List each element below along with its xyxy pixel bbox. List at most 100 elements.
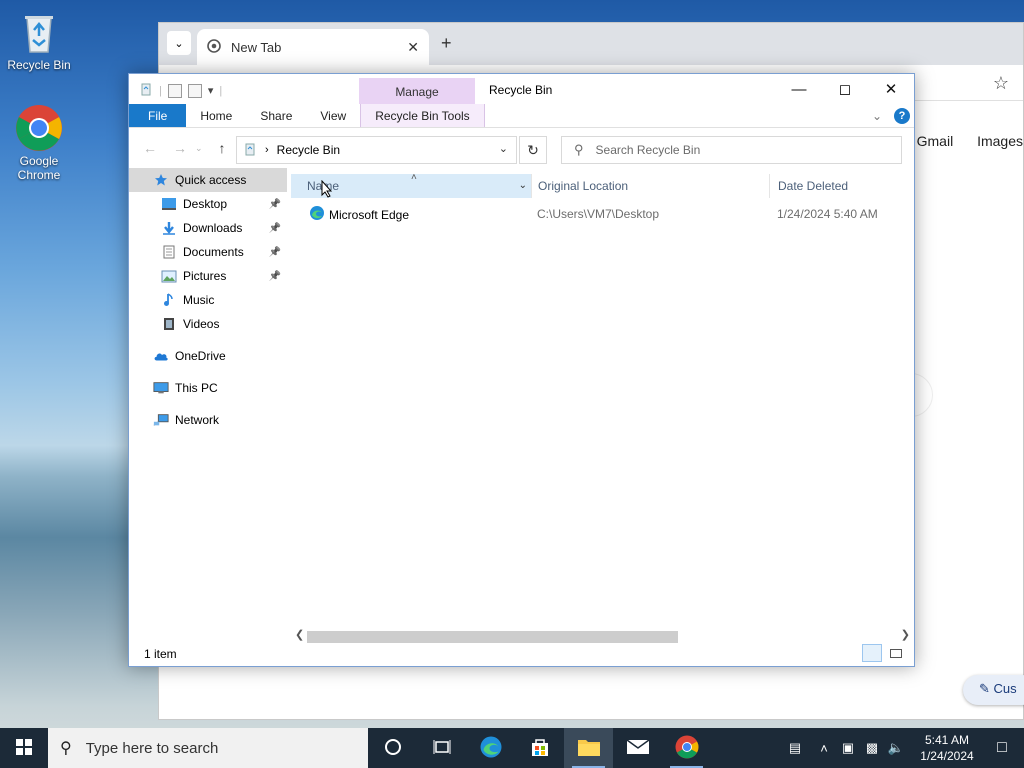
volume-muted-icon[interactable]: 🔈 — [884, 740, 908, 756]
store-icon — [529, 736, 551, 761]
pin-icon: 📌 — [268, 246, 281, 258]
taskbar-file-explorer[interactable] — [564, 728, 613, 768]
news-icon[interactable]: ▤ — [778, 740, 812, 756]
sidebar-item-videos[interactable]: Videos — [129, 312, 287, 336]
pencil-icon: ✎ — [979, 681, 990, 696]
network-icon[interactable]: ▩ — [860, 740, 884, 756]
tab-search-button[interactable]: ⌄ — [167, 31, 191, 55]
scroll-left-icon[interactable]: ❮ — [295, 628, 304, 641]
pin-icon: 📌 — [268, 222, 281, 234]
large-icons-view-icon[interactable] — [886, 644, 906, 662]
window-title: Recycle Bin — [489, 83, 553, 97]
pictures-icon — [161, 269, 177, 283]
taskbar: ⚲ Type here to search ▤ ˄ ▣ ▩ 🔈 5:41 AM … — [0, 728, 1024, 768]
recent-locations-icon[interactable]: ⌄ — [195, 143, 203, 156]
breadcrumb-separator-icon[interactable]: › — [265, 144, 269, 156]
folder-icon — [577, 737, 601, 760]
desktop-icon-label: Google Chrome — [17, 154, 61, 182]
manage-contextual-tab[interactable]: Manage — [359, 78, 475, 104]
column-filter-icon[interactable]: ⌄ — [519, 174, 527, 198]
expand-ribbon-icon[interactable]: ⌄ — [872, 109, 882, 123]
breadcrumb[interactable]: Recycle Bin — [277, 143, 340, 157]
sidebar-item-network[interactable]: Network — [129, 408, 287, 432]
tab-file[interactable]: File — [129, 104, 187, 127]
ribbon-tabs: File Home Share View Recycle Bin Tools ⌄… — [129, 104, 914, 128]
explorer-window: | ▾ | Manage Recycle Bin — ◻ ✕ File Home… — [128, 73, 915, 667]
taskbar-store[interactable] — [515, 728, 564, 768]
bookmark-star-icon[interactable]: ☆ — [993, 73, 1009, 94]
sidebar-item-label: Network — [175, 413, 220, 427]
start-button[interactable] — [0, 728, 48, 768]
task-view-button[interactable] — [417, 728, 466, 768]
images-link[interactable]: Images — [977, 133, 1023, 149]
cortana-button[interactable] — [368, 728, 417, 768]
sidebar-item-label: This PC — [175, 381, 218, 395]
back-arrow-icon[interactable]: ← — [143, 140, 157, 156]
new-folder-icon[interactable] — [187, 83, 202, 98]
desktop-icon-recycle-bin[interactable]: Recycle Bin — [1, 8, 77, 72]
taskbar-mail[interactable] — [613, 728, 662, 768]
system-tray: ▤ ˄ ▣ ▩ 🔈 5:41 AM 1/24/2024 □ — [778, 728, 1024, 768]
taskbar-edge[interactable] — [466, 728, 515, 768]
tab-home[interactable]: Home — [186, 104, 246, 127]
new-tab-button[interactable]: + — [441, 33, 452, 54]
minimize-button[interactable]: — — [776, 74, 822, 104]
column-header-date-deleted[interactable]: Date Deleted — [769, 174, 914, 198]
help-icon[interactable]: ? — [894, 108, 910, 124]
customize-label: Cus — [993, 681, 1017, 696]
this-pc-icon — [153, 381, 169, 395]
details-view-icon[interactable] — [862, 644, 882, 662]
sidebar-item-this-pc[interactable]: This PC — [129, 376, 287, 400]
ntp-links: Gmail Images — [897, 133, 1023, 149]
properties-icon[interactable] — [167, 83, 182, 98]
sidebar-item-onedrive[interactable]: OneDrive — [129, 344, 287, 368]
title-bar: | ▾ | Manage Recycle Bin — ◻ ✕ — [129, 74, 914, 104]
show-hidden-icons-icon[interactable]: ˄ — [812, 741, 836, 756]
chrome-favicon-icon — [207, 38, 221, 56]
address-bar[interactable]: › Recycle Bin ⌄ — [236, 136, 517, 164]
meet-now-icon[interactable]: ▣ — [836, 740, 860, 756]
clock[interactable]: 5:41 AM 1/24/2024 — [914, 732, 980, 764]
close-button[interactable]: ✕ — [868, 74, 914, 104]
navigation-bar: ← → ⌄ ↑ › Recycle Bin ⌄ ↻ ⚲ Search Recyc… — [129, 128, 914, 168]
table-row[interactable]: Microsoft Edge C:\Users\VM7\Desktop 1/24… — [291, 202, 914, 224]
taskbar-search-box[interactable]: ⚲ Type here to search — [48, 728, 368, 768]
mouse-cursor-icon — [321, 179, 333, 201]
sidebar-item-quick-access[interactable]: Quick access — [129, 168, 287, 192]
customize-chrome-button[interactable]: ✎ Cus — [963, 675, 1024, 705]
tab-share[interactable]: Share — [246, 104, 306, 127]
onedrive-icon — [153, 349, 169, 363]
search-input[interactable]: ⚲ Search Recycle Bin — [561, 136, 902, 164]
tab-recycle-bin-tools[interactable]: Recycle Bin Tools — [360, 104, 485, 127]
taskbar-search-placeholder: Type here to search — [85, 739, 219, 757]
chrome-tab[interactable]: New Tab ✕ — [197, 29, 429, 65]
tab-close-icon[interactable]: ✕ — [407, 39, 419, 56]
desktop-icon-google-chrome[interactable]: Google Chrome — [1, 104, 77, 182]
up-arrow-icon[interactable]: ↑ — [219, 140, 226, 156]
status-bar: 1 item — [129, 642, 914, 666]
tab-title: New Tab — [231, 39, 282, 55]
refresh-button[interactable]: ↻ — [519, 136, 547, 164]
notification-center-icon[interactable]: □ — [980, 739, 1024, 757]
gmail-link[interactable]: Gmail — [917, 133, 954, 149]
sidebar-item-downloads[interactable]: Downloads 📌 — [129, 216, 287, 240]
column-header-original-location[interactable]: Original Location — [531, 174, 771, 198]
taskbar-chrome[interactable] — [662, 728, 711, 768]
forward-arrow-icon[interactable]: → — [173, 140, 187, 156]
sidebar-item-pictures[interactable]: Pictures 📌 — [129, 264, 287, 288]
address-dropdown-icon[interactable]: ⌄ — [499, 142, 508, 155]
horizontal-scrollbar[interactable]: ❮ ❯ — [291, 628, 914, 643]
sidebar-item-label: Music — [183, 293, 215, 307]
sidebar-item-music[interactable]: Music — [129, 288, 287, 312]
sort-arrow-icon: ˄ — [411, 172, 417, 183]
file-original-location: C:\Users\VM7\Desktop — [537, 207, 660, 221]
qat-dropdown-icon[interactable]: ▾ — [208, 84, 214, 97]
tab-view[interactable]: View — [306, 104, 360, 127]
maximize-button[interactable]: ◻ — [822, 74, 868, 104]
sidebar-item-documents[interactable]: Documents 📌 — [129, 240, 287, 264]
sidebar-item-label: Quick access — [175, 173, 247, 187]
scroll-right-icon[interactable]: ❯ — [901, 628, 910, 641]
file-name: Microsoft Edge — [329, 207, 410, 222]
sidebar-item-desktop[interactable]: Desktop 📌 — [129, 192, 287, 216]
cortana-icon — [384, 738, 402, 759]
